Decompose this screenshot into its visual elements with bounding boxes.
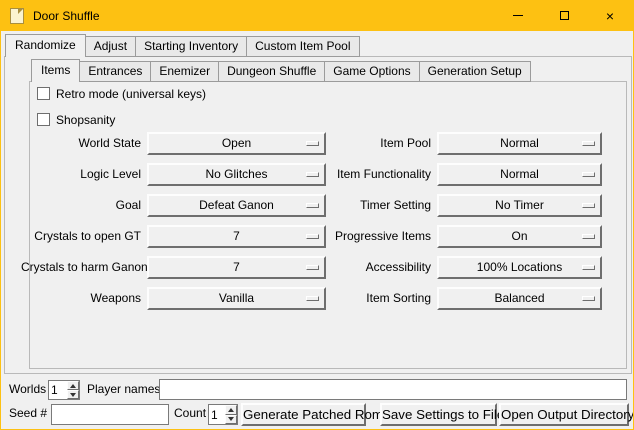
item-functionality-value: Normal [439, 165, 600, 184]
seed-input[interactable] [51, 404, 169, 425]
count-spinbox[interactable] [208, 404, 238, 425]
tab-dungeon-shuffle[interactable]: Dungeon Shuffle [218, 61, 325, 82]
timer-setting-label: Timer Setting [319, 194, 431, 217]
worlds-input[interactable] [49, 381, 67, 399]
down-arrow-icon [70, 393, 76, 397]
count-label: Count [174, 403, 206, 424]
tab-generation-setup[interactable]: Generation Setup [419, 61, 531, 82]
close-icon: × [606, 9, 614, 23]
world-state-value: Open [149, 134, 324, 153]
dropdown-indicator-icon [582, 203, 595, 208]
crystals-gt-value: 7 [149, 227, 324, 246]
progressive-items-value: On [439, 227, 600, 246]
tab-adjust[interactable]: Adjust [85, 36, 136, 57]
dropdown-indicator-icon [306, 265, 319, 270]
tab-randomize[interactable]: Randomize [5, 34, 86, 57]
shopsanity-checkbox[interactable] [37, 113, 50, 126]
dropdown-indicator-icon [582, 265, 595, 270]
worlds-spin-buttons [67, 381, 79, 399]
weapons-dropdown[interactable]: Vanilla [147, 287, 326, 310]
logic-level-value: No Glitches [149, 165, 324, 184]
worlds-down-button[interactable] [67, 390, 79, 399]
progressive-items-dropdown[interactable]: On [437, 225, 602, 248]
maximize-icon [560, 11, 569, 20]
down-arrow-icon [228, 417, 234, 421]
retro-mode-checkbox[interactable] [37, 87, 50, 100]
shopsanity-label: Shopsanity [56, 113, 115, 127]
save-settings-button[interactable]: Save Settings to File [380, 403, 497, 426]
goal-value: Defeat Ganon [149, 196, 324, 215]
tab-game-options[interactable]: Game Options [324, 61, 419, 82]
minimize-button[interactable] [495, 1, 541, 30]
dropdown-indicator-icon [582, 234, 595, 239]
app-icon [10, 8, 24, 24]
seed-label: Seed # [9, 403, 47, 424]
item-pool-dropdown[interactable]: Normal [437, 132, 602, 155]
item-pool-label: Item Pool [319, 132, 431, 155]
count-spin-buttons [225, 405, 237, 424]
outer-tab-bar: Randomize Adjust Starting Inventory Cust… [5, 34, 360, 57]
timer-setting-value: No Timer [439, 196, 600, 215]
tab-items[interactable]: Items [31, 59, 80, 82]
dropdown-indicator-icon [582, 296, 595, 301]
inner-tab-bar: Items Entrances Enemizer Dungeon Shuffle… [31, 59, 531, 82]
worlds-up-button[interactable] [67, 381, 79, 390]
window-controls: × [495, 1, 633, 30]
item-functionality-dropdown[interactable]: Normal [437, 163, 602, 186]
tab-starting-inventory[interactable]: Starting Inventory [135, 36, 247, 57]
count-input[interactable] [209, 405, 225, 424]
minimize-icon [513, 15, 523, 16]
window-titlebar[interactable]: Door Shuffle × [1, 1, 633, 31]
world-state-dropdown[interactable]: Open [147, 132, 326, 155]
crystals-ganon-label: Crystals to harm Ganon [21, 256, 141, 279]
player-names-label: Player names [87, 379, 160, 400]
dropdown-indicator-icon [306, 203, 319, 208]
item-sorting-value: Balanced [439, 289, 600, 308]
tab-entrances[interactable]: Entrances [79, 61, 151, 82]
worlds-spinbox[interactable] [48, 380, 80, 400]
item-functionality-label: Item Functionality [319, 163, 431, 186]
item-sorting-dropdown[interactable]: Balanced [437, 287, 602, 310]
count-up-button[interactable] [225, 405, 237, 415]
maximize-button[interactable] [541, 1, 587, 30]
accessibility-value: 100% Locations [439, 258, 600, 277]
dropdown-indicator-icon [306, 172, 319, 177]
dropdown-indicator-icon [582, 172, 595, 177]
accessibility-label: Accessibility [319, 256, 431, 279]
generate-patched-rom-button[interactable]: Generate Patched Rom [241, 403, 366, 426]
window-title: Door Shuffle [33, 9, 100, 23]
up-arrow-icon [70, 384, 76, 388]
window: Door Shuffle × Randomize Adjust Starting… [0, 0, 634, 430]
dropdown-indicator-icon [306, 296, 319, 301]
logic-level-label: Logic Level [21, 163, 141, 186]
tab-enemizer[interactable]: Enemizer [150, 61, 219, 82]
logic-level-dropdown[interactable]: No Glitches [147, 163, 326, 186]
weapons-value: Vanilla [149, 289, 324, 308]
worlds-label: Worlds [9, 379, 46, 400]
crystals-gt-dropdown[interactable]: 7 [147, 225, 326, 248]
dropdown-indicator-icon [306, 141, 319, 146]
world-state-label: World State [21, 132, 141, 155]
count-down-button[interactable] [225, 415, 237, 425]
accessibility-dropdown[interactable]: 100% Locations [437, 256, 602, 279]
weapons-label: Weapons [21, 287, 141, 310]
item-pool-value: Normal [439, 134, 600, 153]
player-names-input[interactable] [159, 379, 627, 400]
goal-label: Goal [21, 194, 141, 217]
crystals-gt-label: Crystals to open GT [21, 225, 141, 248]
dropdown-indicator-icon [306, 234, 319, 239]
dropdown-indicator-icon [582, 141, 595, 146]
tab-custom-item-pool[interactable]: Custom Item Pool [246, 36, 359, 57]
timer-setting-dropdown[interactable]: No Timer [437, 194, 602, 217]
item-sorting-label: Item Sorting [319, 287, 431, 310]
close-button[interactable]: × [587, 1, 633, 30]
up-arrow-icon [228, 408, 234, 412]
open-output-directory-button[interactable]: Open Output Directory [499, 403, 629, 426]
goal-dropdown[interactable]: Defeat Ganon [147, 194, 326, 217]
crystals-ganon-dropdown[interactable]: 7 [147, 256, 326, 279]
retro-mode-label: Retro mode (universal keys) [56, 87, 206, 101]
crystals-ganon-value: 7 [149, 258, 324, 277]
progressive-items-label: Progressive Items [319, 225, 431, 248]
